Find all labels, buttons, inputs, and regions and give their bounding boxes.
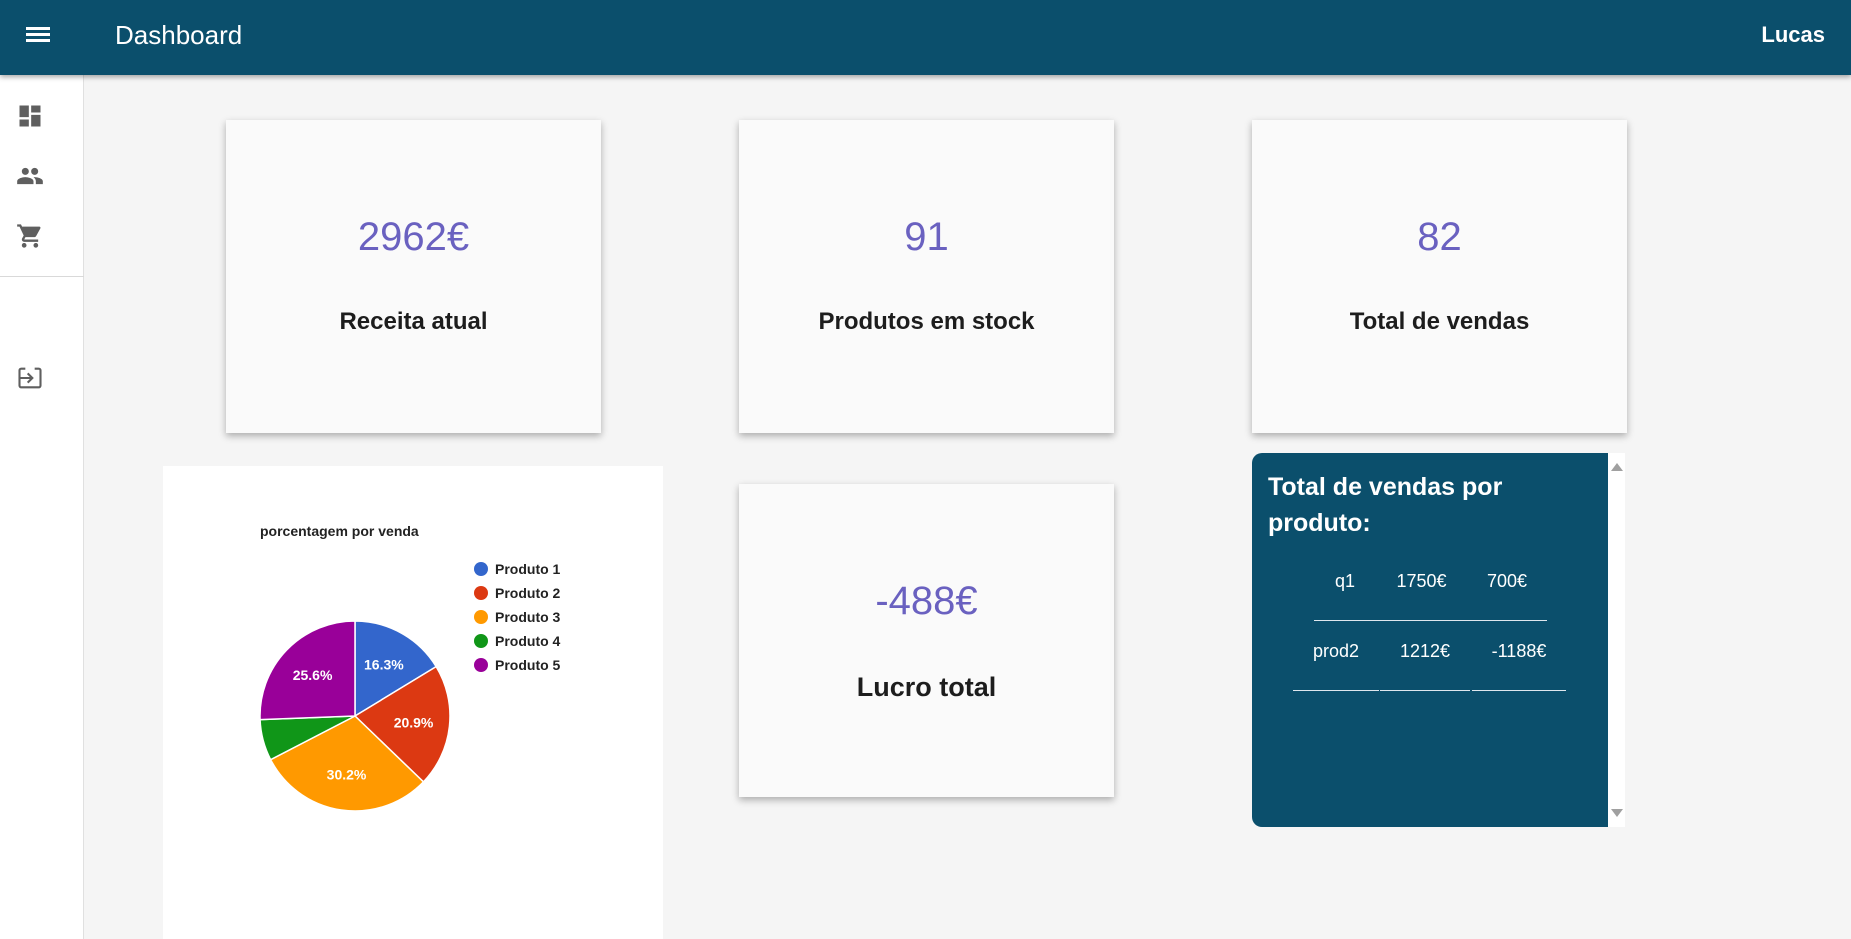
stock-label: Produtos em stock [818,308,1035,335]
sales-panel-title: Total de vendas por produto: [1268,473,1503,537]
legend-swatch [474,586,488,600]
stock-card: 91 Produtos em stock [739,120,1114,433]
pie-slice-label: 16.3% [364,657,404,673]
logout-icon[interactable] [16,364,44,392]
profit-label: Lucro total [856,672,997,702]
sales-panel-scrollbar[interactable] [1608,453,1625,827]
stock-value: 91 [904,215,949,259]
sales-value: 82 [1417,215,1462,259]
menu-icon[interactable] [22,24,56,52]
dashboard-icon[interactable] [16,102,44,130]
scroll-up-arrow-icon[interactable] [1611,463,1623,471]
pie-chart-panel: porcentagem por venda 16.3% 20.9% 30.2% 25.… [163,466,663,939]
table-row: q1 1750€ 700€ [1252,563,1625,633]
people-icon[interactable] [16,162,44,190]
sales-by-product-panel: Total de vendas por produto: q1 1750€ 70… [1252,453,1625,827]
revenue-value: 2962€ [357,215,470,259]
legend-swatch [474,610,488,624]
table-cell: prod2 [1293,633,1379,691]
pie-slice-label: 30.2% [327,766,367,782]
legend-item[interactable]: Produto 3 [495,609,561,625]
revenue-card: 2962€ Receita atual [226,120,601,433]
cart-icon[interactable] [16,222,44,250]
legend-item[interactable]: Produto 2 [495,585,561,601]
pie-slice-label: 20.9% [394,714,434,730]
table-cell: 1750€ [1376,563,1467,621]
top-app-bar: Dashboard Lucas [0,0,1851,75]
profit-card: -488€ Lucro total [739,484,1114,797]
sales-card: 82 Total de vendas [1252,120,1627,433]
sidebar-divider [0,276,84,277]
revenue-label: Receita atual [339,308,488,335]
pie-chart: porcentagem por venda 16.3% 20.9% 30.2% 25.… [259,523,561,812]
sidebar [0,75,84,939]
table-cell: 1212€ [1380,633,1470,691]
scroll-down-arrow-icon[interactable] [1611,809,1623,817]
profit-value: -488€ [875,579,978,623]
page-title: Dashboard [115,20,243,50]
legend-swatch [474,658,488,672]
legend-swatch [474,562,488,576]
chart-title: porcentagem por venda [260,523,419,539]
user-name[interactable]: Lucas [1761,22,1825,48]
table-cell: q1 [1314,563,1376,621]
table-cell: 700€ [1467,563,1547,621]
legend-item[interactable]: Produto 5 [495,657,561,673]
pie-slice-label: 25.6% [293,667,333,683]
legend-item[interactable]: Produto 1 [495,561,561,577]
table-row: prod2 1212€ -1188€ [1252,633,1625,703]
sales-label: Total de vendas [1349,308,1530,335]
legend-item[interactable]: Produto 4 [495,633,561,649]
legend-swatch [474,634,488,648]
table-cell: -1188€ [1472,633,1566,691]
